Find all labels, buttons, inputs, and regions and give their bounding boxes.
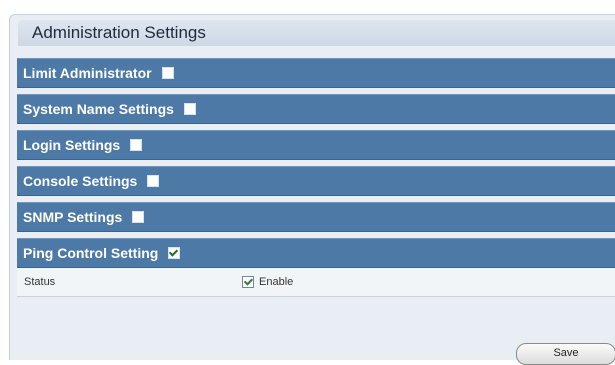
administration-settings-panel: Administration Settings Limit Administra… — [9, 14, 615, 360]
section-label: Ping Control Setting — [23, 245, 159, 261]
save-button[interactable]: Save — [516, 343, 615, 365]
section-toggle-checkbox[interactable] — [161, 67, 174, 79]
section-label: Login Settings — [23, 137, 121, 153]
section-label: Limit Administrator — [23, 65, 152, 81]
section-toggle-checkbox[interactable] — [132, 211, 145, 223]
section-label: Console Settings — [23, 173, 138, 189]
section-login-settings[interactable]: Login Settings — [17, 130, 615, 160]
section-console-settings[interactable]: Console Settings — [17, 166, 615, 196]
section-toggle-checkbox[interactable] — [183, 103, 196, 115]
status-label: Status — [24, 276, 56, 288]
section-toggle-checkbox[interactable] — [147, 175, 160, 187]
section-toggle-checkbox[interactable] — [130, 139, 143, 151]
ping-control-status-row: Status Enable — [17, 268, 615, 297]
section-system-name-settings[interactable]: System Name Settings — [17, 94, 615, 124]
section-snmp-settings[interactable]: SNMP Settings — [17, 202, 615, 232]
enable-label: Enable — [259, 276, 294, 288]
section-label: SNMP Settings — [23, 209, 123, 225]
section-toggle-checkbox[interactable] — [168, 247, 181, 259]
section-ping-control-setting[interactable]: Ping Control Setting — [17, 238, 615, 268]
settings-sections: Limit Administrator System Name Settings… — [17, 58, 615, 297]
section-label: System Name Settings — [23, 101, 174, 117]
section-limit-administrator[interactable]: Limit Administrator — [17, 58, 615, 88]
panel-title: Administration Settings — [18, 20, 615, 46]
enable-checkbox[interactable] — [242, 276, 254, 288]
